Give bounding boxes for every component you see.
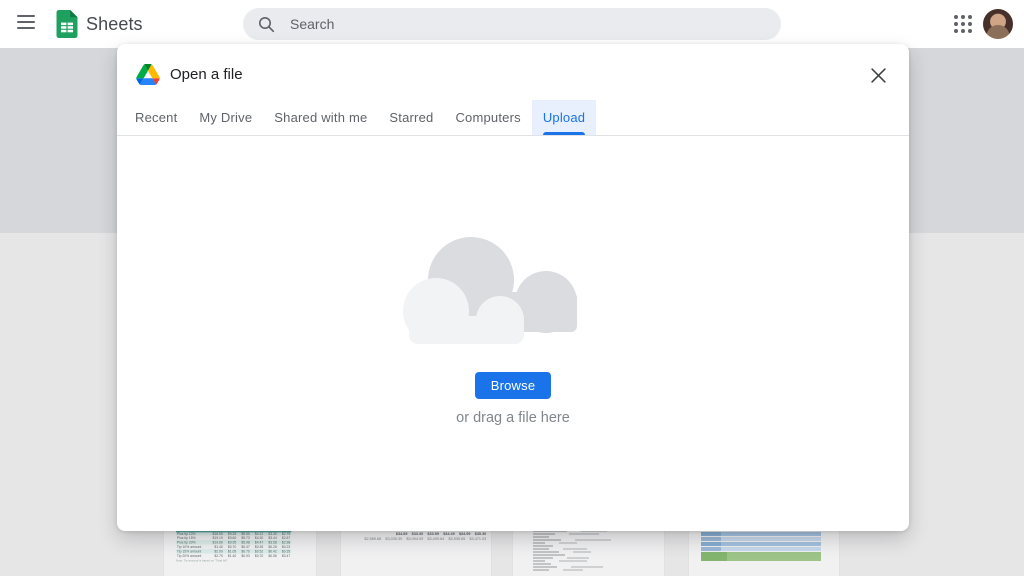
browse-button[interactable]: Browse: [475, 372, 552, 399]
dialog-title: Open a file: [170, 66, 243, 83]
main-menu-icon[interactable]: [16, 14, 36, 34]
clouds-illustration: [403, 232, 603, 344]
dialog-header: Open a file: [117, 44, 909, 100]
tab-recent[interactable]: Recent: [124, 100, 188, 135]
upload-dropzone[interactable]: Browse or drag a file here: [117, 232, 909, 576]
tab-upload[interactable]: Upload: [532, 100, 596, 135]
tab-computers[interactable]: Computers: [444, 100, 531, 135]
tab-starred[interactable]: Starred: [378, 100, 444, 135]
close-icon[interactable]: [865, 63, 891, 89]
tab-my-drive[interactable]: My Drive: [188, 100, 263, 135]
search-bar[interactable]: [243, 8, 781, 40]
open-file-dialog: Open a file Recent My Drive Shared with …: [117, 44, 909, 531]
screen: Plus tip 10%$18.50$9.25$5.50$4.12$3.30$2…: [0, 0, 1024, 576]
top-app-bar: Sheets: [0, 0, 1024, 48]
search-input[interactable]: [288, 15, 728, 33]
search-icon: [258, 16, 275, 33]
google-apps-icon[interactable]: [953, 14, 975, 36]
sheets-logo-icon[interactable]: [56, 10, 78, 43]
account-avatar[interactable]: [983, 9, 1013, 39]
google-drive-icon: [136, 64, 160, 85]
app-title: Sheets: [86, 0, 143, 48]
dialog-tabs: Recent My Drive Shared with me Starred C…: [117, 100, 909, 136]
tab-shared-with-me[interactable]: Shared with me: [263, 100, 378, 135]
drag-file-hint: or drag a file here: [117, 410, 909, 426]
